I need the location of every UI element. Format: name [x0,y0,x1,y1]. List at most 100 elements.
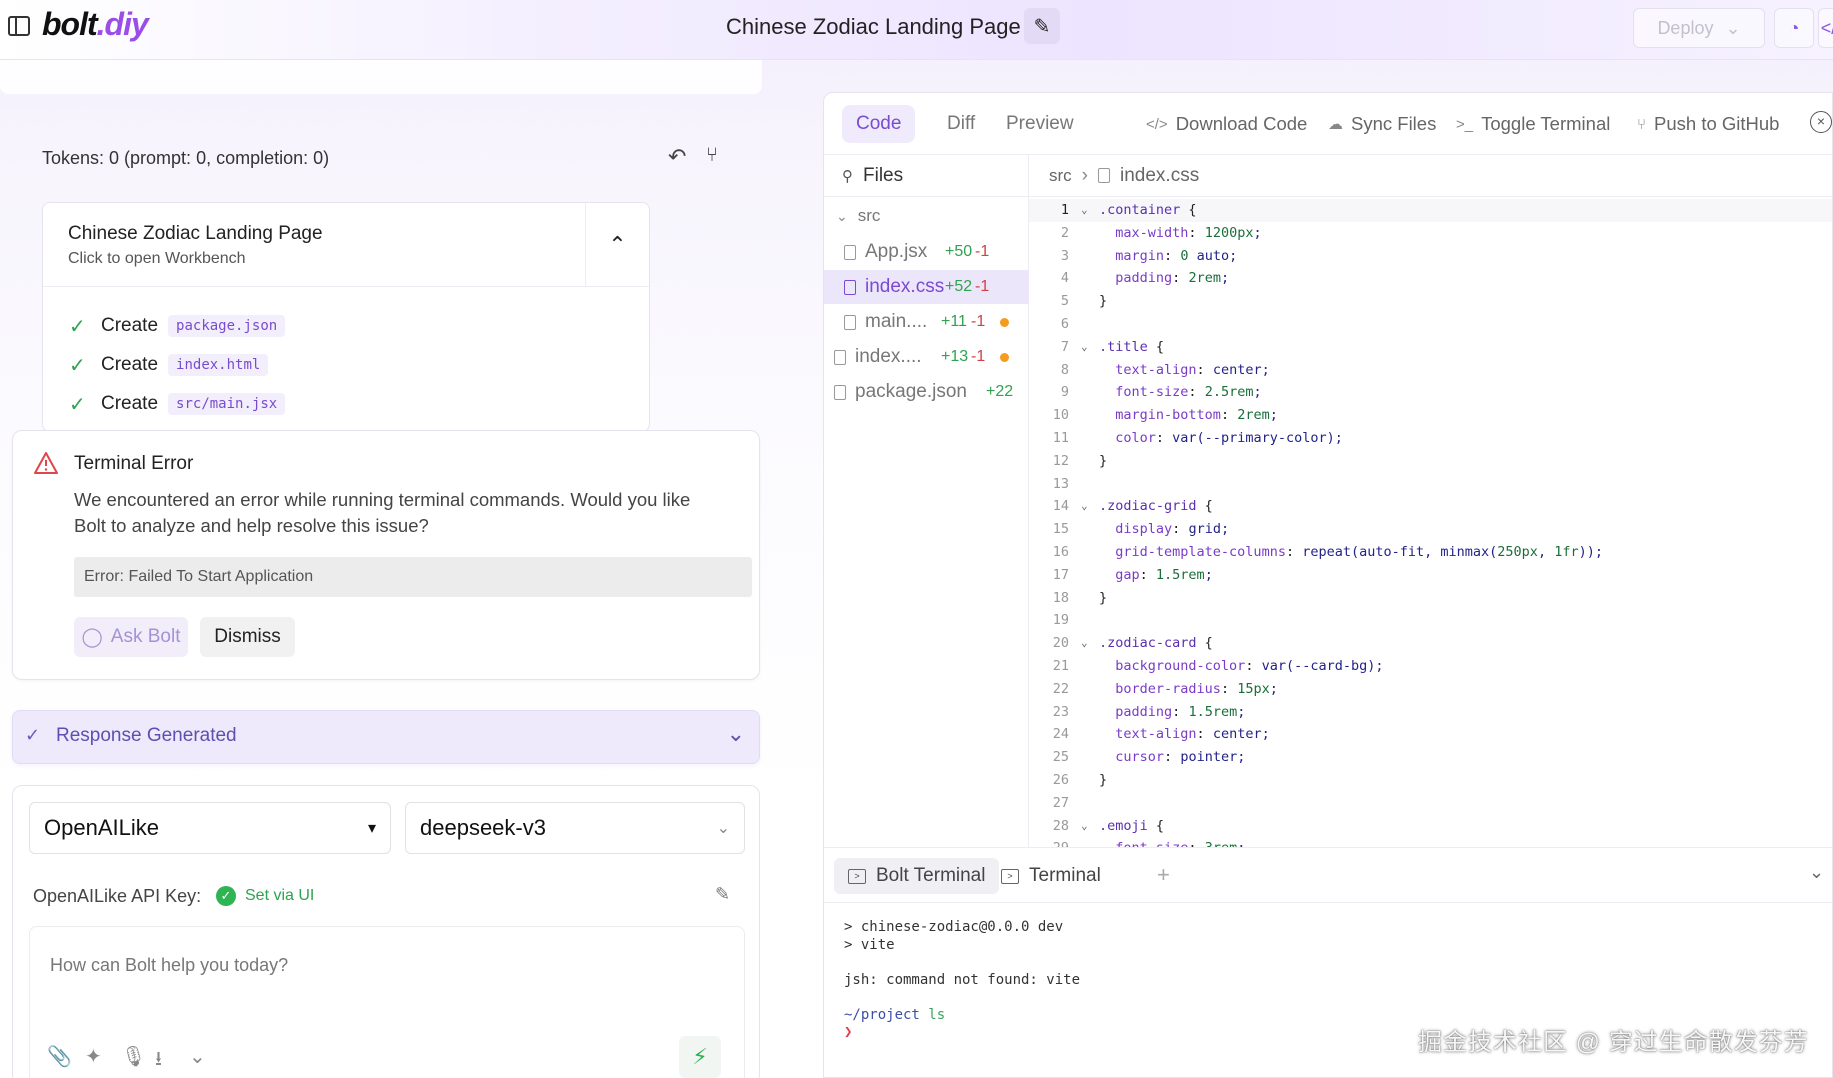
code-line[interactable]: 6 [1029,313,1832,336]
tab-diff[interactable]: Diff [933,105,989,143]
code-line[interactable]: 3 margin: 0 auto; [1029,245,1832,268]
tree-file[interactable]: index.... +13 -1 [824,340,1029,374]
code-line[interactable]: 2 max-width: 1200px; [1029,222,1832,245]
code-text: .zodiac-card { [1099,635,1213,652]
response-status-bar[interactable]: ✓ Response Generated ⌄ [12,710,760,764]
code-line[interactable]: 1 ⌄ .container { [1029,199,1832,222]
tab-terminal[interactable]: > Terminal [987,858,1115,894]
code-line[interactable]: 5} [1029,290,1832,313]
tab-code[interactable]: Code [842,105,916,143]
chat-icon: ◔ [1788,17,1800,38]
code-icon: </ [1820,17,1833,38]
code-line[interactable]: 18} [1029,587,1832,610]
import-icon[interactable]: ⭳ [155,1044,162,1078]
chevron-down-icon[interactable]: ⌄ [727,721,745,747]
artifact-collapse-button[interactable]: ⌃ [585,203,649,287]
line-number: 22 [1052,680,1069,697]
code-line[interactable]: 12} [1029,450,1832,473]
tree-file[interactable]: main.... +11 -1 [824,305,1029,339]
code-line[interactable]: 25 cursor: pointer; [1029,746,1832,769]
provider-select[interactable]: OpenAILike ▾ [29,802,391,854]
breadcrumb-segment[interactable]: index.css [1120,165,1199,187]
code-text: } [1099,772,1108,788]
tree-file[interactable]: package.json +22 [824,375,1029,409]
code-line[interactable]: 26} [1029,769,1832,792]
files-header: ⚲ Files [824,155,1028,197]
file-chip[interactable]: index.html [168,354,269,376]
code-line[interactable]: 4 padding: 2rem; [1029,267,1832,290]
attach-icon[interactable]: 📎 [47,1044,72,1069]
file-chip[interactable]: package.json [168,315,286,337]
code-toggle-button[interactable]: </ [1818,8,1833,48]
code-line[interactable]: 29 font-size: 3rem; [1029,837,1832,847]
sync-files-button[interactable]: ☁ Sync Files [1328,113,1436,135]
code-line[interactable]: 23 padding: 1.5rem; [1029,701,1832,724]
dismiss-button[interactable]: Dismiss [200,617,295,657]
editor-breadcrumb: src › index.css [1029,155,1832,197]
fold-chevron-icon[interactable]: ⌄ [1081,815,1088,838]
fold-chevron-icon[interactable]: ⌄ [1081,632,1088,655]
code-line[interactable]: 28 ⌄ .emoji { [1029,815,1832,838]
action-item: ✓ Create package.json [69,311,286,341]
line-number: 26 [1052,772,1069,788]
fold-chevron-icon[interactable]: ⌄ [1081,199,1088,222]
code-line[interactable]: 14 ⌄ .zodiac-grid { [1029,495,1832,518]
file-icon [834,384,846,400]
file-chip[interactable]: src/main.jsx [168,393,286,415]
line-number: 4 [1060,270,1069,287]
fold-chevron-icon[interactable]: ⌄ [1081,336,1088,359]
edit-title-button[interactable]: ✎ [1024,8,1060,44]
chevron-down-icon[interactable]: ⌄ [189,1044,206,1069]
code-line[interactable]: 8 text-align: center; [1029,359,1832,382]
line-number: 14 [1052,498,1069,515]
toggle-terminal-button[interactable]: >_ Toggle Terminal [1456,113,1610,135]
pencil-icon[interactable]: ✎ [715,884,730,905]
code-line[interactable]: 7 ⌄ .title { [1029,336,1832,359]
code-line[interactable]: 10 margin-bottom: 2rem; [1029,404,1832,427]
tab-bolt-terminal[interactable]: > Bolt Terminal [834,858,1000,894]
code-line[interactable]: 24 text-align: center; [1029,723,1832,746]
fork-icon[interactable]: ⑂ [706,144,718,167]
download-code-button[interactable]: </> Download Code [1146,113,1307,135]
tree-file[interactable]: App.jsx +50 -1 [824,235,1029,269]
tab-preview[interactable]: Preview [992,105,1088,143]
send-button[interactable]: ⚡ [679,1036,721,1078]
code-line[interactable]: 15 display: grid; [1029,518,1832,541]
code-line[interactable]: 20 ⌄ .zodiac-card { [1029,632,1832,655]
enhance-prompt-icon[interactable]: ✦ [85,1044,102,1069]
code-line[interactable]: 22 border-radius: 15px; [1029,678,1832,701]
code-line[interactable]: 16 grid-template-columns: repeat(auto-fi… [1029,541,1832,564]
code-line[interactable]: 9 font-size: 2.5rem; [1029,381,1832,404]
tree-file-selected[interactable]: index.css +52 -1 [824,270,1029,304]
artifact-card[interactable]: Chinese Zodiac Landing Page Click to ope… [42,202,650,432]
fold-chevron-icon[interactable]: ⌄ [1081,495,1088,518]
code-editor[interactable]: 1 ⌄ .container {2 max-width: 1200px; 3 marg… [1029,197,1832,847]
add-terminal-icon[interactable]: + [1157,862,1170,888]
code-text: } [1099,293,1108,310]
model-select[interactable]: deepseek-v3 ⌄ [405,802,745,854]
artifact-header[interactable]: Chinese Zodiac Landing Page Click to ope… [43,203,649,287]
close-workbench-icon[interactable]: × [1810,111,1832,133]
rewind-icon[interactable]: ↶ [668,144,686,170]
app-logo[interactable]: bolt.diy [42,6,149,43]
deploy-button[interactable]: Deploy ⌄ [1633,8,1765,48]
code-line[interactable]: 21 background-color: var(--card-bg); [1029,655,1832,678]
file-icon [1098,168,1110,183]
code-line[interactable]: 11 color: var(--primary-color); [1029,427,1832,450]
code-line[interactable]: 13 [1029,473,1832,496]
ask-bolt-button[interactable]: ◯ Ask Bolt [74,617,188,657]
line-number: 21 [1052,658,1069,674]
chevron-down-icon[interactable]: ⌄ [1809,862,1824,883]
microphone-icon[interactable]: 🎙 [121,1044,146,1069]
breadcrumb-segment[interactable]: src [1049,166,1072,186]
code-line[interactable]: 27 [1029,792,1832,815]
lightning-icon: ⚡ [692,1044,708,1069]
sidebar-toggle-icon[interactable] [8,16,30,36]
code-text: gap: 1.5rem; [1115,566,1213,583]
push-to-github-button[interactable]: ⑂ Push to GitHub [1637,113,1779,135]
code-line[interactable]: 17 gap: 1.5rem; [1029,564,1832,587]
code-line[interactable]: 19 [1029,609,1832,632]
workbench-panel: Code Diff Preview </> Download Code ☁ Sync… [823,92,1833,1078]
tree-folder-src[interactable]: ⌄ src [824,199,1029,233]
chat-toggle-button[interactable]: ◔ [1774,8,1814,48]
